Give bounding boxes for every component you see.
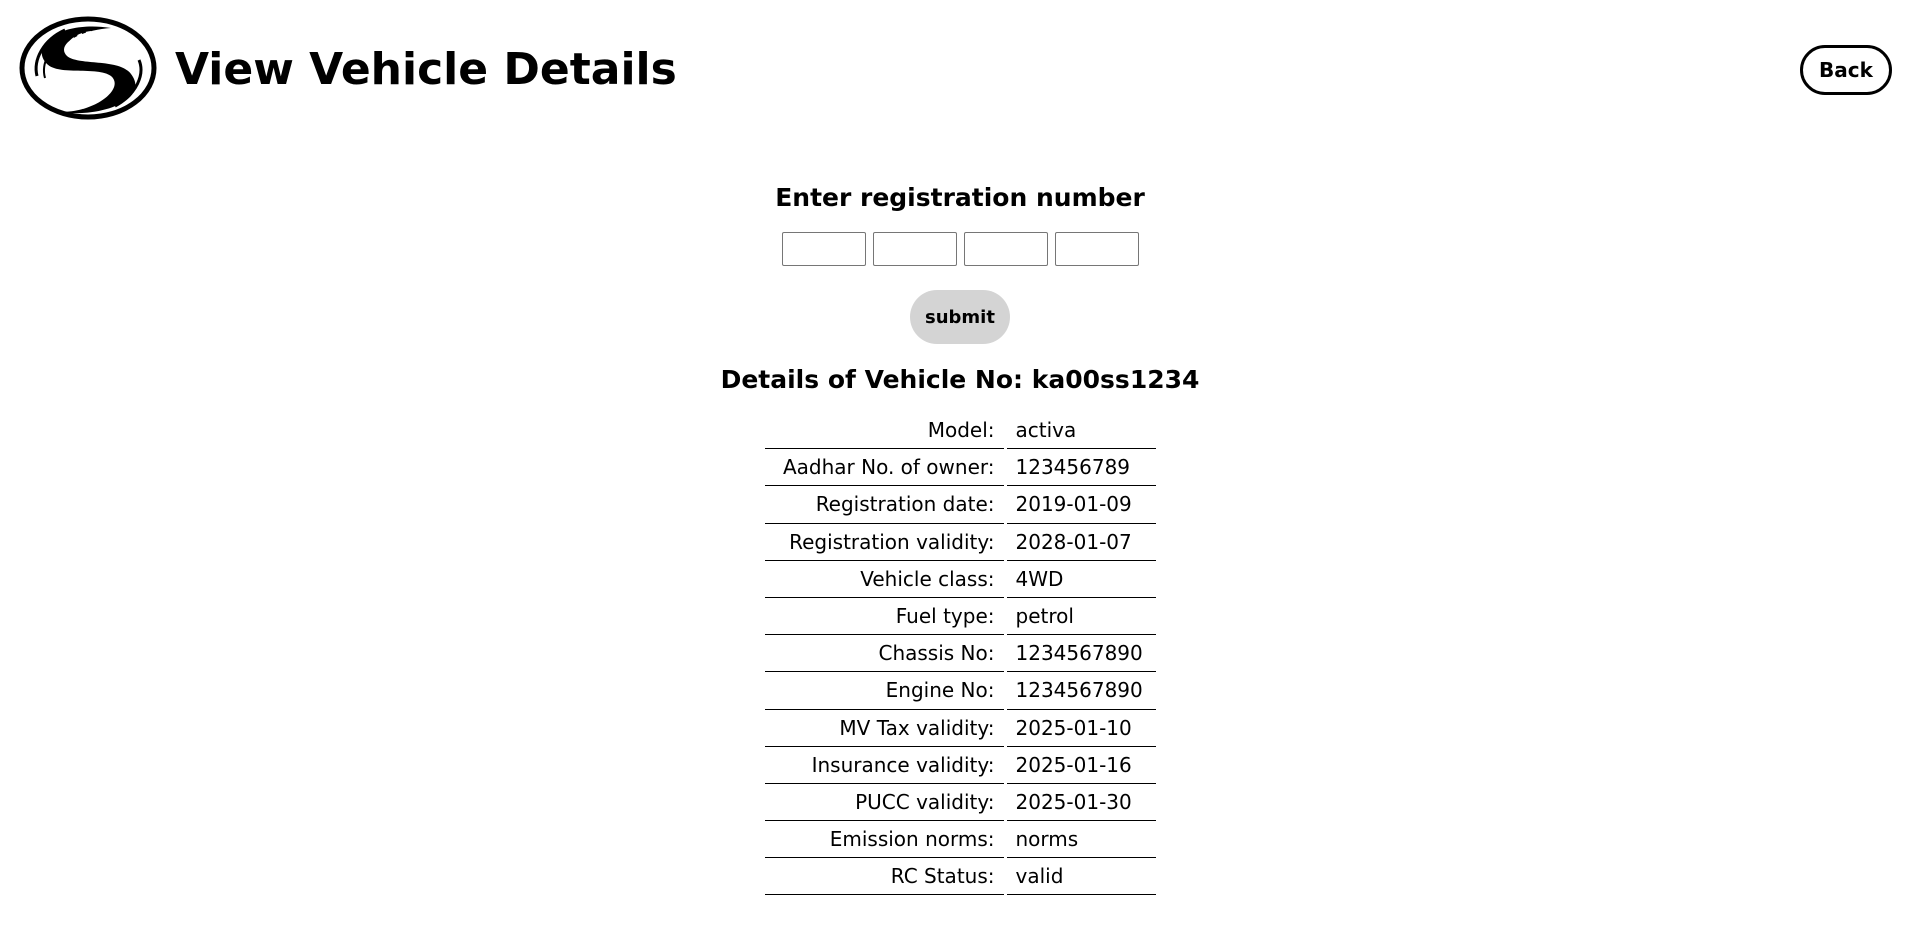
row-label: Chassis No:: [764, 635, 1004, 673]
registration-prompt: Enter registration number: [775, 183, 1145, 212]
row-label: RC Status:: [764, 858, 1004, 896]
row-value: 1234567890: [1006, 672, 1156, 710]
registration-part-4-input[interactable]: [1054, 232, 1139, 266]
row-value: 2028-01-07: [1006, 524, 1156, 561]
table-row-vehicle-class: Vehicle class: 4WD: [764, 561, 1156, 598]
row-label: Vehicle class:: [764, 561, 1004, 598]
registration-part-3-input[interactable]: [963, 232, 1048, 266]
page-title: View Vehicle Details: [175, 44, 677, 95]
table-row-registration-date: Registration date: 2019-01-09: [764, 486, 1156, 524]
registration-part-1-input[interactable]: [781, 232, 866, 266]
road-logo-icon: [19, 16, 157, 120]
main-content: Enter registration number submit Details…: [0, 178, 1920, 896]
registration-inputs: [0, 232, 1920, 266]
row-value: 1234567890: [1006, 635, 1156, 673]
row-label: Insurance validity:: [764, 747, 1004, 784]
table-row-emission-norms: Emission norms: norms: [764, 821, 1156, 859]
details-heading: Details of Vehicle No: ka00ss1234: [0, 360, 1920, 400]
row-value: petrol: [1006, 598, 1156, 636]
row-value: activa: [1006, 412, 1156, 450]
row-value: 2019-01-09: [1006, 486, 1156, 524]
page-header: View Vehicle Details Back: [0, 0, 1920, 140]
row-label: Emission norms:: [764, 821, 1004, 859]
table-row-chassis-no: Chassis No: 1234567890: [764, 635, 1156, 673]
table-row-rc-status: RC Status: valid: [764, 858, 1156, 896]
row-label: Model:: [764, 412, 1004, 450]
row-label: MV Tax validity:: [764, 710, 1004, 747]
table-row-fuel-type: Fuel type: petrol: [764, 598, 1156, 636]
registration-part-2-input[interactable]: [872, 232, 957, 266]
table-row-insurance-validity: Insurance validity: 2025-01-16: [764, 747, 1156, 784]
back-button[interactable]: Back: [1800, 45, 1892, 95]
table-row-pucc-validity: PUCC validity: 2025-01-30: [764, 784, 1156, 822]
vehicle-details-table: Model: activa Aadhar No. of owner: 12345…: [762, 412, 1159, 896]
row-label: PUCC validity:: [764, 784, 1004, 822]
table-row-engine-no: Engine No: 1234567890: [764, 672, 1156, 710]
row-value: 4WD: [1006, 561, 1156, 598]
row-value: 2025-01-10: [1006, 710, 1156, 747]
row-label: Registration validity:: [764, 524, 1004, 561]
table-row-mv-tax-validity: MV Tax validity: 2025-01-10: [764, 710, 1156, 747]
submit-button[interactable]: submit: [910, 290, 1010, 344]
row-value: 123456789: [1006, 449, 1156, 487]
details-heading-prefix: Details of Vehicle No:: [720, 365, 1024, 394]
row-value: 2025-01-30: [1006, 784, 1156, 822]
table-row-model: Model: activa: [764, 412, 1156, 450]
row-label: Engine No:: [764, 672, 1004, 710]
table-row-registration-validity: Registration validity: 2028-01-07: [764, 524, 1156, 561]
vehicle-number: ka00ss1234: [1031, 365, 1200, 394]
row-label: Fuel type:: [764, 598, 1004, 636]
table-row-aadhar: Aadhar No. of owner: 123456789: [764, 449, 1156, 487]
row-label: Aadhar No. of owner:: [764, 449, 1004, 487]
row-value: 2025-01-16: [1006, 747, 1156, 784]
row-label: Registration date:: [764, 486, 1004, 524]
row-value: valid: [1006, 858, 1156, 896]
row-value: norms: [1006, 821, 1156, 859]
